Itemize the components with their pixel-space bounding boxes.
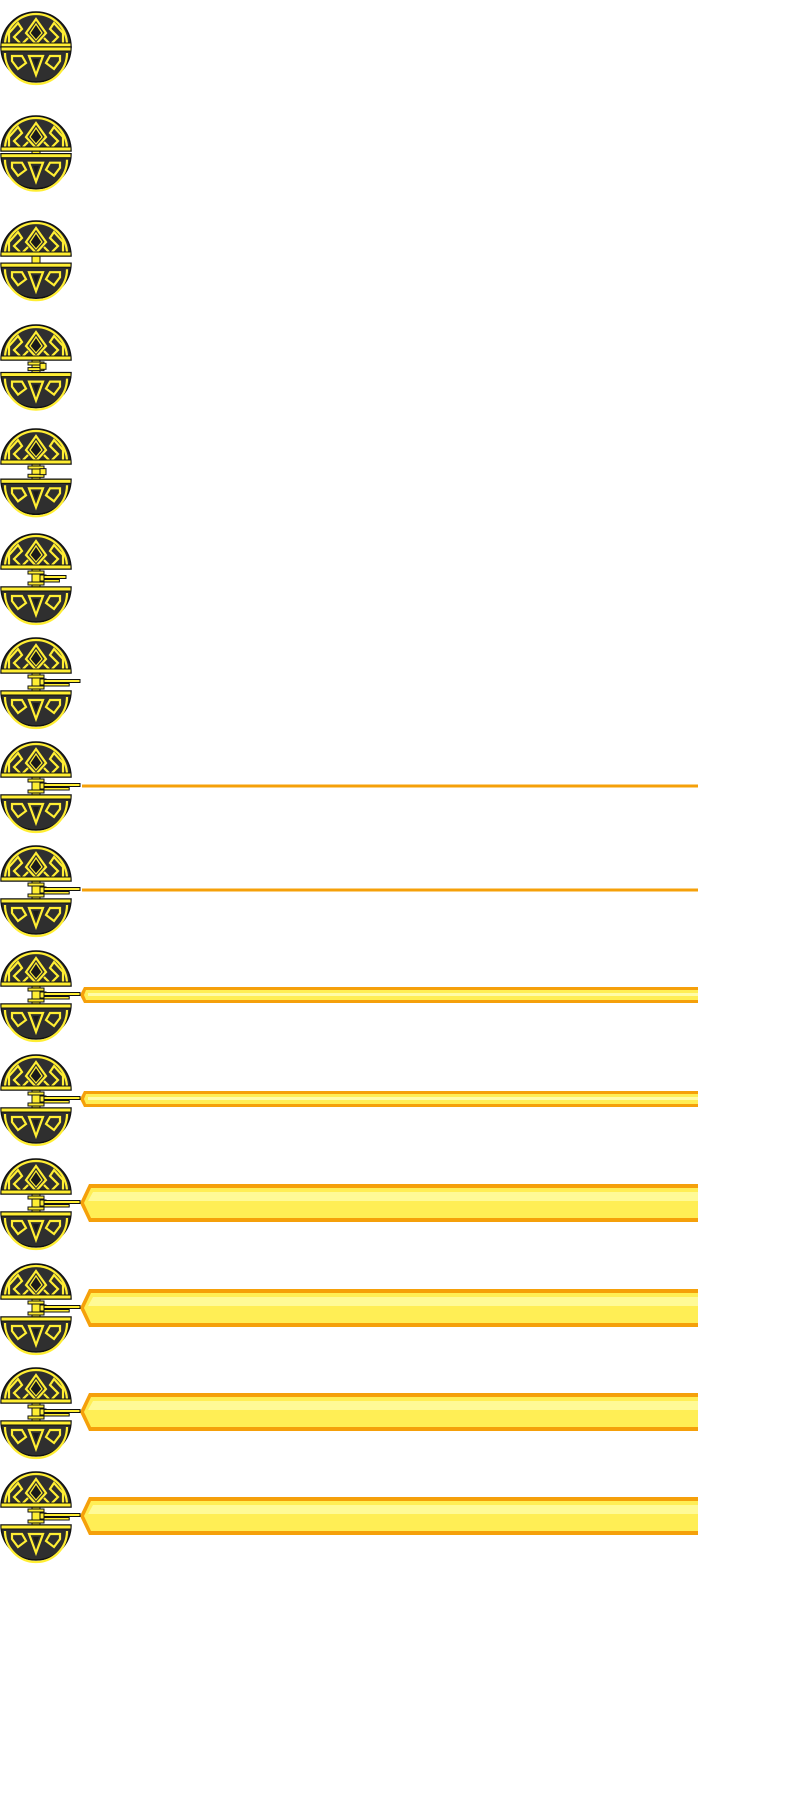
laser-beam-icon — [80, 1392, 698, 1431]
sphere-turret-icon — [0, 219, 72, 301]
sphere-turret-icon — [0, 1262, 698, 1355]
sprite-frame — [0, 1157, 800, 1251]
sphere-turret-icon — [0, 1158, 698, 1251]
sphere-turret-icon — [0, 532, 72, 625]
sphere-turret-icon — [0, 637, 81, 729]
sprite-frame — [0, 1262, 800, 1355]
laser-beam-icon — [80, 986, 698, 1003]
sphere-turret-icon — [0, 115, 72, 193]
sphere-turret-icon — [0, 845, 698, 938]
laser-beam-icon — [80, 1288, 698, 1327]
sprite-frame — [0, 740, 800, 834]
laser-beam-icon — [82, 784, 698, 788]
laser-beam-icon — [80, 1091, 698, 1107]
sprite-frame — [0, 1470, 800, 1564]
sprite-frame — [0, 10, 800, 86]
sphere-turret-icon — [0, 741, 698, 834]
sphere-turret-icon — [0, 950, 698, 1042]
sphere-turret-icon — [0, 1471, 698, 1564]
sprite-frame — [0, 532, 800, 625]
sprite-frame — [0, 949, 800, 1042]
sphere-turret-icon — [0, 1367, 698, 1459]
laser-beam-icon — [80, 1497, 698, 1536]
sprite-frame — [0, 114, 800, 193]
sphere-turret-icon — [0, 1054, 698, 1147]
laser-beam-icon — [82, 888, 698, 892]
sprite-frame — [0, 219, 800, 301]
sprite-frame — [0, 323, 800, 411]
sprite-frame — [0, 1053, 800, 1147]
sprite-frame — [0, 427, 800, 518]
sphere-turret-icon — [0, 11, 72, 86]
sphere-turret-icon — [0, 428, 72, 518]
sprite-frame — [0, 636, 800, 729]
sprite-frame — [0, 1366, 800, 1459]
sphere-turret-icon — [0, 324, 72, 411]
sprite-frame — [0, 844, 800, 938]
sprite-sheet — [0, 0, 800, 1800]
laser-beam-icon — [80, 1184, 698, 1223]
